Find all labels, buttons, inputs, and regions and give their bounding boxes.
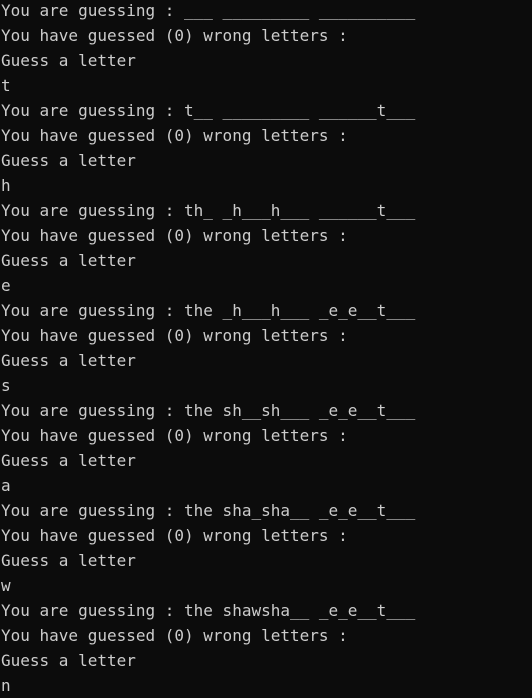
guess-progress-line: You are guessing : t__ _________ ______t… <box>1 101 416 120</box>
prompt-line: Guess a letter <box>1 651 136 670</box>
prompt-line: Guess a letter <box>1 451 136 470</box>
user-input-line: s <box>1 376 11 395</box>
guess-progress-line: You are guessing : the sha_sha__ _e_e__t… <box>1 501 416 520</box>
prompt-line: Guess a letter <box>1 351 136 370</box>
wrong-letters-line: You have guessed (0) wrong letters : <box>1 626 348 645</box>
wrong-letters-line: You have guessed (0) wrong letters : <box>1 226 348 245</box>
wrong-letters-line: You have guessed (0) wrong letters : <box>1 126 348 145</box>
user-input-line: n <box>1 676 11 695</box>
prompt-line: Guess a letter <box>1 51 136 70</box>
user-input-line: a <box>1 476 11 495</box>
wrong-letters-line: You have guessed (0) wrong letters : <box>1 426 348 445</box>
guess-progress-line: You are guessing : the _h___h___ _e_e__t… <box>1 301 416 320</box>
user-input-line: e <box>1 276 11 295</box>
wrong-letters-line: You have guessed (0) wrong letters : <box>1 326 348 345</box>
wrong-letters-line: You have guessed (0) wrong letters : <box>1 26 348 45</box>
guess-progress-line: You are guessing : the shawsha__ _e_e__t… <box>1 601 416 620</box>
prompt-line: Guess a letter <box>1 151 136 170</box>
wrong-letters-line: You have guessed (0) wrong letters : <box>1 526 348 545</box>
user-input-line: h <box>1 176 11 195</box>
prompt-line: Guess a letter <box>1 551 136 570</box>
prompt-line: Guess a letter <box>1 251 136 270</box>
terminal-output[interactable]: You are guessing : ___ _________ _______… <box>0 0 532 698</box>
guess-progress-line: You are guessing : th_ _h___h___ ______t… <box>1 201 416 220</box>
user-input-line: t <box>1 76 11 95</box>
guess-progress-line: You are guessing : ___ _________ _______… <box>1 1 416 20</box>
guess-progress-line: You are guessing : the sh__sh___ _e_e__t… <box>1 401 416 420</box>
user-input-line: w <box>1 576 11 595</box>
